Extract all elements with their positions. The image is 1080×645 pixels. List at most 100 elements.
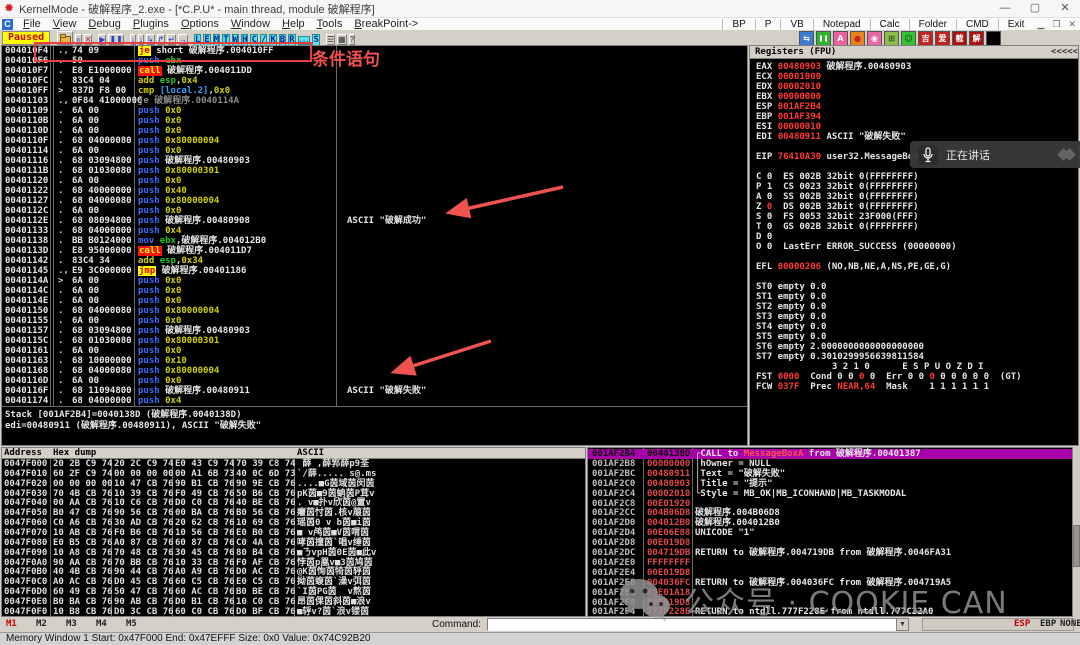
disasm-row[interactable]: 00401133. 68 04000000 push 0x4 (2, 226, 747, 236)
register-row[interactable]: ST4 empty 0.0 (756, 322, 826, 332)
disasm-row[interactable]: 00401161. 6A 00 push 0x0 (2, 346, 747, 356)
mdi-minimize-icon[interactable]: ▁ (1033, 19, 1048, 29)
disasm-row[interactable]: 00401109. 6A 00 push 0x0 (2, 106, 747, 116)
disasm-row[interactable]: 00401116. 68 03094800 push 破解程序.00480903 (2, 156, 747, 166)
menu-button-bp[interactable]: BP (722, 18, 754, 30)
appearance-button[interactable]: ▦ (337, 34, 347, 45)
plugin-icon-10[interactable]: 解 (969, 30, 984, 46)
register-row[interactable]: ECX 00001000 (756, 72, 821, 82)
register-row[interactable]: Z 0 DS 002B 32bit 0(FFFFFFFF) (756, 202, 919, 212)
disasm-row[interactable]: 0040113D. E8 95000000 call 破解程序.004011D7 (2, 246, 747, 256)
register-row[interactable]: D 0 (756, 232, 772, 242)
menu-button-exit[interactable]: Exit (997, 18, 1034, 30)
disasm-row[interactable]: 00401138. BB B0124000 mov ebx,破解程序.004012B… (2, 236, 747, 246)
menu-button-p[interactable]: P (754, 18, 781, 30)
stack-row[interactable]: 001AF2D0 004012B0 破解程序.004012B0 (588, 518, 1072, 528)
plugin-icon-8[interactable]: 爱 (935, 30, 950, 46)
menu-button-notepad[interactable]: Notepad (812, 18, 870, 30)
minimize-button[interactable]: — (990, 0, 1020, 17)
register-row[interactable]: ST1 empty 0.0 (756, 292, 826, 302)
disasm-row[interactable]: 0040115C. 68 01030080 push 0x80000301 (2, 336, 747, 346)
disasm-row[interactable]: 00401142. 83C4 34 add esp,0x34 (2, 256, 747, 266)
memory-tab-m4[interactable]: M4 (96, 619, 107, 629)
register-row[interactable]: P 1 CS 0023 32bit 0(FFFFFFFF) (756, 182, 919, 192)
disasm-row[interactable]: 0040110F. 68 04000080 push 0x80000004 (2, 136, 747, 146)
memory-dump-pane[interactable]: Address Hex dump ASCII 0047F000 20 2B C9 … (1, 447, 586, 617)
stack-row[interactable]: 001AF2D4 00E06E88 UNICODE "1" (588, 528, 1072, 538)
disasm-row[interactable]: 00401168. 68 04000080 push 0x80000004 (2, 366, 747, 376)
register-row[interactable]: EFL 00000206 (NO,NB,NE,A,NS,PE,GE,G) (756, 262, 951, 272)
disasm-row[interactable]: 00401114. 6A 00 push 0x0 (2, 146, 747, 156)
disasm-row[interactable]: 00401155. 6A 00 push 0x0 (2, 316, 747, 326)
menu-button-folder[interactable]: Folder (908, 18, 956, 30)
help-button[interactable]: ? (348, 34, 356, 45)
memory-tab-m1[interactable]: M1 (6, 619, 17, 629)
stack-row[interactable]: 001AF2E0 FFFFFFFF (588, 558, 1072, 568)
menu-item-file[interactable]: File (17, 18, 47, 30)
register-row[interactable]: FCW 037F Prec NEAR,64 Mask 1 1 1 1 1 1 (756, 382, 989, 392)
register-row[interactable]: FST 0000 Cond 0 0 0 0 Err 0 0 0 0 0 0 0 … (756, 372, 1022, 382)
register-row[interactable]: ESP 001AF2B4 (756, 102, 821, 112)
stack-row[interactable]: 001AF2DC 004719DB RETURN to 破解程序.004719DB … (588, 548, 1072, 558)
register-row[interactable]: EDX 00002010 (756, 82, 821, 92)
plugin-icon-3[interactable]: ● (850, 30, 865, 46)
register-row[interactable]: ST6 empty 2.0000000000000000000 (756, 342, 924, 352)
disasm-row[interactable]: 00401163. 68 10000000 push 0x10 (2, 356, 747, 366)
disasm-row[interactable]: 00401120. 6A 00 push 0x0 (2, 176, 747, 186)
stack-scrollbar-thumb[interactable] (1073, 525, 1080, 567)
plugin-icon-11[interactable] (986, 30, 1001, 46)
menu-button-calc[interactable]: Calc (869, 18, 909, 30)
register-row[interactable]: EBP 001AF394 (756, 112, 821, 122)
register-row[interactable]: ST3 empty 0.0 (756, 312, 826, 322)
disasm-row[interactable]: 004010FF >837D F8 00 cmp [local.2],0x0 (2, 86, 747, 96)
disasm-row[interactable]: 0040112C. 6A 00 push 0x0 (2, 206, 747, 216)
disasm-row[interactable]: 0040111B. 68 01030080 push 0x80000301 (2, 166, 747, 176)
disasm-row[interactable]: 0040112E. 68 08094800 push 破解程序.00480908 AS… (2, 216, 747, 226)
close-button[interactable]: ✕ (1050, 0, 1080, 17)
plugin-icon-0[interactable]: ⇆ (799, 30, 814, 46)
register-row[interactable]: EIP 76410A30 user32.MessageBoxA (756, 152, 924, 162)
collapse-arrow-4[interactable]: < (1073, 47, 1078, 57)
stack-row[interactable]: 001AF2C0 00480903 │Title = "提示" (588, 479, 1072, 489)
disasm-row[interactable]: 00401150. 68 04000080 push 0x80000004 (2, 306, 747, 316)
register-row[interactable]: EBX 00000000 (756, 92, 821, 102)
register-row[interactable]: ST5 empty 0.0 (756, 332, 826, 342)
stack-row[interactable]: 001AF2B4 0040138D ┌CALL to MessageBoxA fro… (588, 449, 1072, 459)
disassembly-pane[interactable]: 004010F4., 74 09 je short 破解程序.004010FF 004… (1, 45, 748, 446)
stack-row[interactable]: 001AF2BC 00480911 │Text = "破解失败" (588, 469, 1072, 479)
register-row[interactable]: A 0 SS 002B 32bit 0(FFFFFFFF) (756, 192, 919, 202)
register-row[interactable]: ST0 empty 0.0 (756, 282, 826, 292)
mdi-restore-icon[interactable]: ❐ (1048, 19, 1064, 29)
register-row[interactable]: ESI 00000010 (756, 122, 821, 132)
maximize-button[interactable]: ▢ (1020, 0, 1050, 17)
register-row[interactable]: S 0 FS 0053 32bit 23F000(FFF) (756, 212, 919, 222)
plugin-icon-4[interactable]: ◉ (867, 30, 882, 46)
disasm-row[interactable]: 00401174. 68 04000000 push 0x4 (2, 396, 747, 406)
register-row[interactable]: 3 2 1 0 E S P U O Z D I (756, 362, 984, 372)
disasm-row[interactable]: 0040114A >6A 00 push 0x0 (2, 276, 747, 286)
disasm-row[interactable]: 00401122. 68 40000000 push 0x40 (2, 186, 747, 196)
menu-item-breakpoint[interactable]: BreakPoint-> (348, 18, 424, 30)
disasm-row[interactable]: 0040114E. 6A 00 push 0x0 (2, 296, 747, 306)
plugin-icon-9[interactable]: 截 (952, 30, 967, 46)
register-row[interactable]: EDI 00480911 ASCII "破解失败" (756, 132, 906, 142)
disasm-row[interactable]: 0040110B. 6A 00 push 0x0 (2, 116, 747, 126)
disasm-row[interactable]: 0040114C. 6A 00 push 0x0 (2, 286, 747, 296)
stack-row[interactable]: 001AF2C8 00E01920 (588, 499, 1072, 509)
disasm-row[interactable]: 00401145., E9 3C000000 jmp 破解程序.00401186 (2, 266, 747, 276)
register-row[interactable]: C 0 ES 002B 32bit 0(FFFFFFFF) (756, 172, 919, 182)
register-row[interactable]: ST2 empty 0.0 (756, 302, 826, 312)
menu-button-vb[interactable]: VB (780, 18, 812, 30)
disasm-row[interactable]: 0040116F. 68 11094800 push 破解程序.00480911 AS… (2, 386, 747, 396)
list-view-button[interactable]: ☰ (325, 34, 336, 45)
disasm-row[interactable]: 00401157. 68 03094800 push 破解程序.00480903 (2, 326, 747, 336)
mdi-close-icon[interactable]: ✕ (1064, 19, 1080, 29)
plugin-icon-2[interactable]: A (833, 30, 848, 46)
stack-row[interactable]: 001AF2CC 004B06D8 破解程序.004B06D8 (588, 508, 1072, 518)
disasm-row[interactable]: 0040116D. 6A 00 push 0x0 (2, 376, 747, 386)
memory-tab-m3[interactable]: M3 (66, 619, 77, 629)
stack-row[interactable]: 001AF2B8 00000000 │hOwner = NULL (588, 459, 1072, 469)
register-row[interactable]: O 0 LastErr ERROR_SUCCESS (00000000) (756, 242, 956, 252)
menu-button-cmd[interactable]: CMD (956, 18, 998, 30)
plugin-icon-6[interactable]: ☺ (901, 30, 916, 46)
